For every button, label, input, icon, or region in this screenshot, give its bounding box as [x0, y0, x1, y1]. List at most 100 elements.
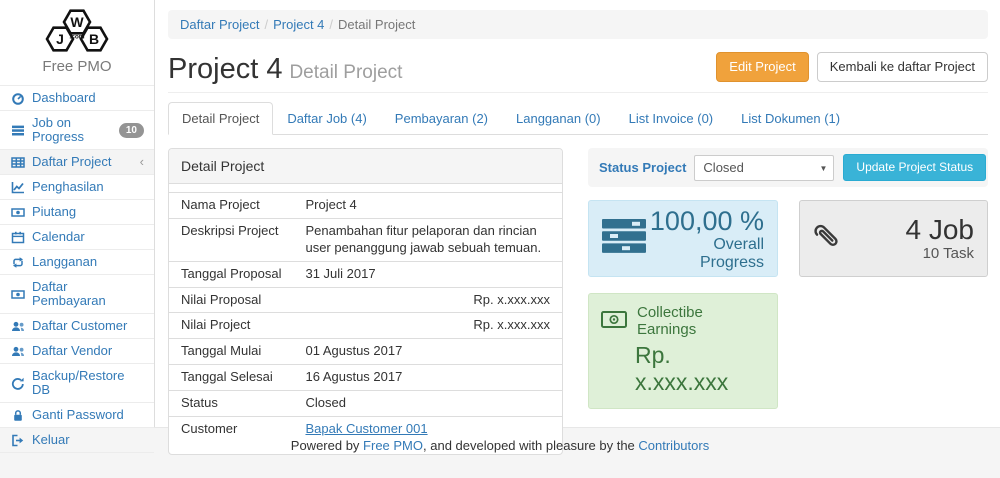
status-project-label: Status Project [599, 160, 686, 175]
table-row: Tanggal Selesai 16 Agustus 2017 [169, 365, 562, 391]
sidebar-item-label: Langganan [32, 255, 97, 269]
footer-text: , and developed with pleasure by the [423, 438, 638, 453]
logo-dot-com: .com [69, 34, 84, 41]
sidebar-item-daftar-project[interactable]: Daftar Project ‹ [0, 149, 154, 174]
sidebar-item-label: Backup/Restore DB [32, 369, 144, 397]
lock-icon [10, 409, 25, 422]
row-value: Closed [293, 391, 562, 417]
sidebar-item-label: Keluar [32, 433, 70, 447]
chevron-left-icon: ‹ [140, 156, 144, 168]
progress-label: Overall Progress [646, 236, 764, 272]
job-count-badge: 10 [119, 123, 144, 138]
row-label: Deskripsi Project [169, 218, 293, 261]
sidebar-nav: Dashboard Job on Progress 10 Daftar Proj… [0, 85, 154, 453]
money-icon [601, 311, 627, 332]
status-column: Status Project Closed ▼ Update Project S… [588, 148, 988, 455]
sidebar-item-label: Daftar Vendor [32, 344, 112, 358]
earnings-label: Collectibe Earnings [637, 304, 765, 338]
row-value: Rp. x.xxx.xxx [293, 287, 562, 313]
row-label: Nilai Proposal [169, 287, 293, 313]
task-count: 10 Task [906, 245, 975, 262]
sidebar-item-piutang[interactable]: Piutang [0, 199, 154, 224]
customer-link[interactable]: Bapak Customer 001 [305, 421, 427, 436]
progress-value: 100,00 % [646, 206, 764, 236]
breadcrumb-separator: / [324, 17, 338, 32]
sidebar-item-keluar[interactable]: Keluar [0, 427, 154, 453]
sidebar-item-label: Penghasilan [32, 180, 104, 194]
page-header: Project 4Detail Project Edit ProjectKemb… [168, 39, 988, 93]
status-project-select[interactable]: Closed [694, 155, 834, 181]
logo-letter-b: B [89, 31, 99, 47]
calendar-icon [10, 231, 25, 244]
sidebar-item-label: Daftar Customer [32, 319, 127, 333]
row-value: 01 Agustus 2017 [293, 339, 562, 365]
row-value: Project 4 [293, 193, 562, 219]
tab-pembayaran[interactable]: Pembayaran (2) [381, 102, 502, 135]
breadcrumb-link-project-4[interactable]: Project 4 [273, 17, 324, 32]
jwb-logo-icon: W J B .com [22, 7, 132, 57]
tab-list-invoice[interactable]: List Invoice (0) [615, 102, 728, 135]
logo-letter-w: W [70, 14, 84, 30]
tasks-icon [602, 218, 646, 259]
paperclip-icon [806, 217, 849, 260]
row-label: Nilai Project [169, 313, 293, 339]
tab-detail-project[interactable]: Detail Project [168, 102, 273, 135]
sidebar-item-job-on-progress[interactable]: Job on Progress 10 [0, 110, 154, 149]
update-project-status-button[interactable]: Update Project Status [843, 154, 986, 181]
row-label: Nama Project [169, 193, 293, 219]
row-value: Penambahan fitur pelaporan dan rincian u… [293, 218, 562, 261]
sidebar-item-daftar-customer[interactable]: Daftar Customer [0, 313, 154, 338]
sidebar: W J B .com Free PMO Dashboard Job on Pro… [0, 0, 155, 427]
breadcrumb-separator: / [259, 17, 273, 32]
row-label: Status [169, 391, 293, 417]
main-content: Daftar Project/Project 4/Detail Project … [155, 0, 1000, 427]
retweet-icon [10, 256, 25, 269]
money-icon [10, 206, 25, 219]
breadcrumb-link-daftar-project[interactable]: Daftar Project [180, 17, 259, 32]
tab-daftar-job[interactable]: Daftar Job (4) [273, 102, 380, 135]
table-row: Deskripsi Project Penambahan fitur pelap… [169, 218, 562, 261]
sidebar-item-penghasilan[interactable]: Penghasilan [0, 174, 154, 199]
tasks-icon [10, 124, 25, 137]
sidebar-item-langganan[interactable]: Langganan [0, 249, 154, 274]
table-icon [10, 156, 25, 169]
logo-letter-j: J [56, 31, 64, 47]
sidebar-item-dashboard[interactable]: Dashboard [0, 85, 154, 110]
row-label: Customer [169, 417, 293, 442]
detail-project-panel: Detail Project Nama Project Project 4 De… [168, 148, 563, 455]
sidebar-item-label: Calendar [32, 230, 85, 244]
sidebar-item-daftar-pembayaran[interactable]: Daftar Pembayaran [0, 274, 154, 313]
table-row: Nilai Project Rp. x.xxx.xxx [169, 313, 562, 339]
sidebar-item-label: Piutang [32, 205, 76, 219]
sidebar-item-calendar[interactable]: Calendar [0, 224, 154, 249]
sidebar-item-ganti-password[interactable]: Ganti Password [0, 402, 154, 427]
breadcrumb-current: Detail Project [338, 17, 415, 32]
detail-table: Nama Project Project 4 Deskripsi Project… [169, 192, 562, 442]
row-label: Tanggal Mulai [169, 339, 293, 365]
row-value: 31 Juli 2017 [293, 261, 562, 287]
app-logo: W J B .com Free PMO [0, 0, 154, 78]
table-row: Status Closed [169, 391, 562, 417]
tab-langganan[interactable]: Langganan (0) [502, 102, 615, 135]
back-to-project-list-button[interactable]: Kembali ke daftar Project [817, 52, 988, 82]
free-pmo-link[interactable]: Free PMO [363, 438, 423, 453]
overall-progress-card: 100,00 % Overall Progress [588, 200, 778, 277]
sidebar-item-label: Job on Progress [32, 116, 112, 144]
users-icon [10, 320, 25, 333]
page-subtitle: Detail Project [289, 62, 402, 83]
job-summary-card: 4 Job 10 Task [799, 200, 988, 277]
edit-project-button[interactable]: Edit Project [716, 52, 808, 82]
table-row: Tanggal Proposal 31 Juli 2017 [169, 261, 562, 287]
contributors-link[interactable]: Contributors [638, 438, 709, 453]
earnings-value: Rp. x.xxx.xxx [635, 342, 765, 396]
brand-name: Free PMO [0, 58, 154, 75]
sidebar-item-backup-restore-db[interactable]: Backup/Restore DB [0, 363, 154, 402]
breadcrumb: Daftar Project/Project 4/Detail Project [168, 10, 988, 39]
sidebar-item-daftar-vendor[interactable]: Daftar Vendor [0, 338, 154, 363]
money-icon [10, 288, 25, 301]
job-count: 4 Job [906, 215, 975, 245]
panel-title: Detail Project [169, 149, 562, 184]
table-row: Nama Project Project 4 [169, 193, 562, 219]
footer-text: Powered by [291, 438, 363, 453]
tab-list-dokumen[interactable]: List Dokumen (1) [727, 102, 854, 135]
